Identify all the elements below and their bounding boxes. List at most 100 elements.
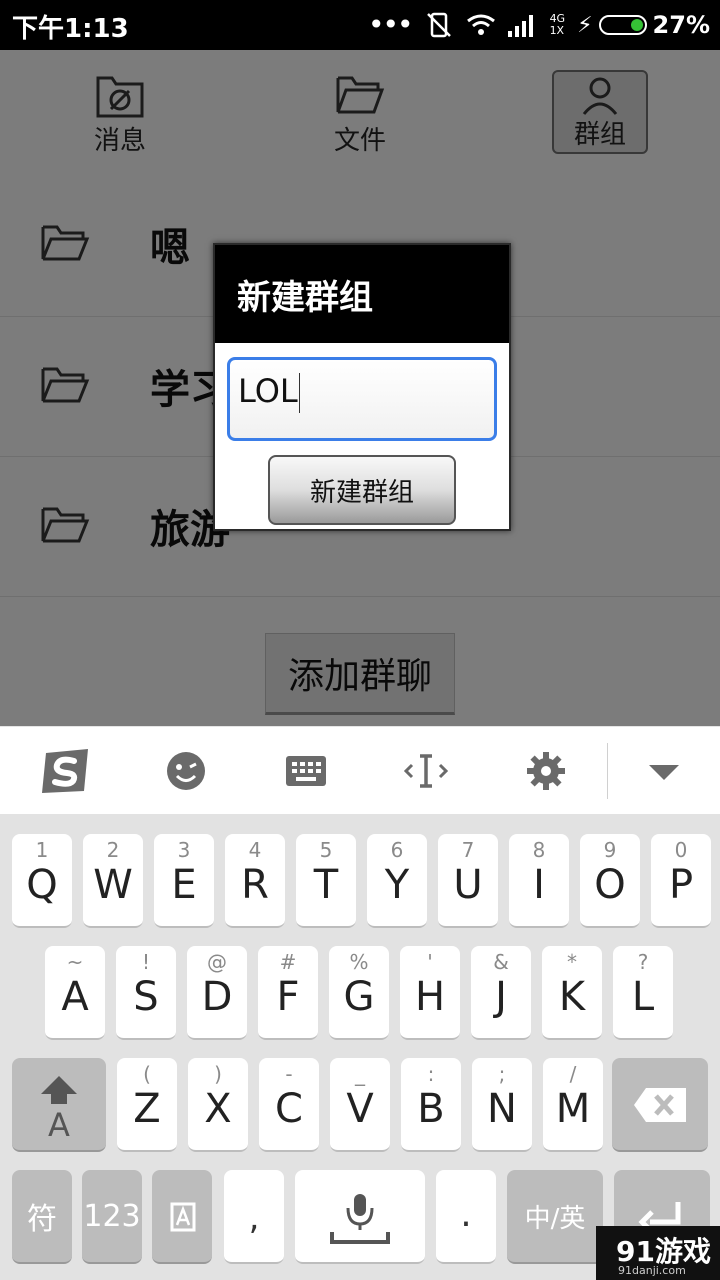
key-z[interactable]: (Z [117,1058,177,1152]
comma-key-label: , [248,1198,260,1238]
status-bar: 下午1:13 ••• 4G 1X ⚡ 27% [0,0,720,50]
key-secondary-label: ; [498,1062,506,1086]
key-primary-label: B [417,1086,445,1132]
key-v[interactable]: _ V [330,1058,390,1152]
language-switch-key[interactable]: 中/英 [507,1170,603,1264]
key-g[interactable]: % G [329,946,389,1040]
period-key[interactable]: . [436,1170,496,1264]
battery: ⚡ 27% [577,11,710,39]
comma-key[interactable]: , [224,1170,284,1264]
key-k[interactable]: * K [542,946,602,1040]
key-primary-label: W [93,862,133,908]
shift-key-label: A [48,1106,70,1144]
key-primary-label: K [558,974,586,1020]
key-f[interactable]: # F [258,946,318,1040]
key-secondary-label: 2 [106,838,120,862]
key-secondary-label: ' [427,950,433,974]
key-t[interactable]: 5T [296,834,356,928]
key-primary-label: R [241,862,269,908]
key-secondary-label: 7 [461,838,475,862]
key-l[interactable]: ? L [613,946,673,1040]
input-mode-key[interactable] [152,1170,212,1264]
cursor-move-icon[interactable] [398,743,454,799]
key-secondary-label: - [285,1062,293,1086]
network-type: 4G 1X [549,12,566,37]
vibrate-off-icon [426,12,451,38]
key-d[interactable]: @ D [187,946,247,1040]
key-primary-label: O [594,862,626,908]
key-secondary-label: ! [141,950,151,974]
watermark-logo: 91游戏 91danji.com [596,1226,720,1280]
key-secondary-label: _ [355,1062,365,1086]
key-e[interactable]: 3E [154,834,214,928]
new-group-dialog: 新建群组 LOL 新建群组 [213,243,511,531]
key-primary-label: C [275,1086,303,1132]
numbers-key-label: 123 [83,1198,141,1234]
toolbar-divider [607,743,608,799]
key-secondary-label: / [569,1062,577,1086]
key-secondary-label: 0 [674,838,688,862]
key-secondary-label: 6 [390,838,404,862]
settings-icon[interactable] [518,743,574,799]
key-c[interactable]: -C [259,1058,319,1152]
microphone-icon [330,1194,390,1244]
key-y[interactable]: 6Y [367,834,427,928]
period-key-label: . [460,1194,472,1235]
group-name-input[interactable]: LOL [227,357,497,441]
key-primary-label: V [346,1086,374,1132]
status-icons: ••• 4G 1X ⚡ 27% [368,8,710,42]
shift-arrow-icon [41,1076,77,1104]
key-primary-label: N [487,1086,517,1132]
text-cursor [298,373,300,413]
key-primary-label: X [204,1086,232,1132]
shift-key[interactable]: A [12,1058,106,1152]
key-secondary-label: ? [637,950,649,974]
key-n[interactable]: ; N [472,1058,532,1152]
more-dots-icon: ••• [368,8,414,41]
battery-icon [598,15,647,35]
sogou-logo-icon[interactable] [38,743,94,799]
key-s[interactable]: ! S [116,946,176,1040]
backspace-key[interactable] [612,1058,708,1152]
key-secondary-label: 5 [319,838,333,862]
key-secondary-label: * [567,950,577,974]
key-j[interactable]: & J [471,946,531,1040]
key-u[interactable]: 7U [438,834,498,928]
key-primary-label: U [453,862,483,908]
watermark-site: 91danji.com [618,1264,686,1277]
dialog-title: 新建群组 [215,245,509,343]
key-secondary-label: # [279,950,297,974]
key-w[interactable]: 2W [83,834,143,928]
key-r[interactable]: 4R [225,834,285,928]
group-name-input-value: LOL [238,372,298,410]
key-primary-label: H [414,974,446,1020]
key-h[interactable]: ' H [400,946,460,1040]
key-x[interactable]: ) X [188,1058,248,1152]
key-i[interactable]: 8I [509,834,569,928]
symbols-key[interactable]: 符 [12,1170,72,1264]
wifi-icon [466,14,495,35]
key-primary-label: E [171,862,197,908]
key-primary-label: Z [133,1086,161,1132]
key-primary-label: L [631,974,655,1020]
emoji-icon[interactable] [158,743,214,799]
symbols-key-label: 符 [27,1202,57,1237]
key-primary-label: G [343,974,375,1020]
key-p[interactable]: 0P [651,834,711,928]
key-primary-label: J [495,974,507,1020]
battery-percent: 27% [652,11,710,39]
key-secondary-label: @ [207,950,227,974]
key-m[interactable]: / M [543,1058,603,1152]
space-key[interactable] [295,1170,425,1264]
keyboard-icon[interactable] [278,743,334,799]
create-group-button[interactable]: 新建群组 [268,455,456,525]
key-a[interactable]: ~ A [45,946,105,1040]
key-o[interactable]: 9O [580,834,640,928]
numbers-key[interactable]: 123 [82,1170,142,1264]
key-q[interactable]: 1Q [12,834,72,928]
key-primary-label: M [555,1086,591,1132]
keyboard-toolbar [0,726,720,814]
collapse-keyboard-icon[interactable] [636,743,692,799]
key-secondary-label: 8 [532,838,546,862]
key-b[interactable]: :B [401,1058,461,1152]
